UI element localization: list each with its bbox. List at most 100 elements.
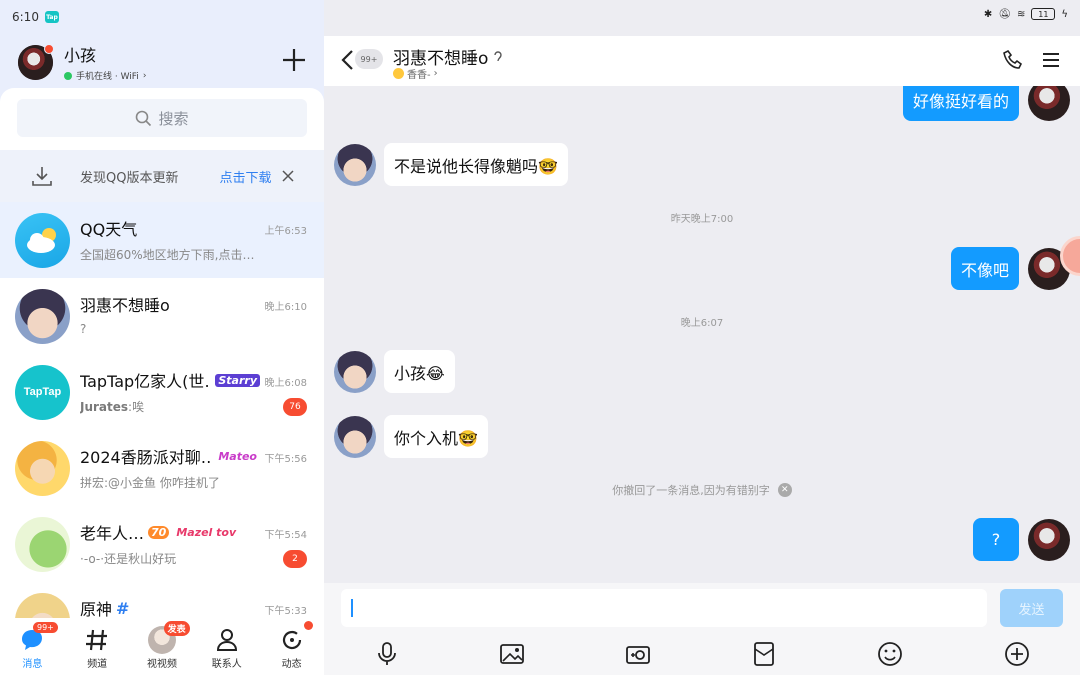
red-packet-icon[interactable] xyxy=(750,640,778,668)
chat-header: 99+ 羽惠不想睡o 香香- › xyxy=(324,36,1080,86)
online-dot-icon xyxy=(64,71,72,80)
conversation-message: :唉 xyxy=(128,400,145,414)
hash-icon: # xyxy=(116,598,130,618)
tab-channels[interactable]: 频道 xyxy=(65,618,130,675)
time-separator: 昨天晚上7:00 xyxy=(670,214,734,225)
conversation-message: ? xyxy=(80,322,87,336)
list-item[interactable]: 老年人… 70 Mazel tov ·-o-·还是秋山好玩 下午5:54 2 xyxy=(0,506,324,582)
update-banner: 发现QQ版本更新 点击下载 xyxy=(0,150,324,202)
back-icon[interactable] xyxy=(338,48,356,72)
message-bubble[interactable]: 好像挺好看的 xyxy=(902,86,1019,121)
tab-label: 视视频 xyxy=(146,659,177,670)
tab-moments[interactable]: 动态 xyxy=(259,618,324,675)
contact-avatar[interactable] xyxy=(334,350,376,393)
tab-messages[interactable]: 99+ 消息 xyxy=(0,618,65,675)
unread-badge: 2 xyxy=(283,550,307,568)
conversation-title: QQ天气 xyxy=(80,220,138,239)
search-input[interactable]: 搜索 xyxy=(17,99,307,137)
profile-name: 小孩 xyxy=(64,46,97,65)
conversation-time: 下午5:33 xyxy=(264,606,307,617)
group-tag: Mateo xyxy=(218,449,257,463)
composer: 发送 xyxy=(324,583,1080,675)
tab-contacts[interactable]: 联系人 xyxy=(194,618,259,675)
bottom-nav: 99+ 消息 频道 发表 视视频 联系人 动态 xyxy=(0,618,324,675)
search-icon xyxy=(136,110,152,126)
conversation-message: 拼宏:@小金鱼 你咋挂机了 xyxy=(80,476,220,490)
level-badge: 70 xyxy=(148,525,170,539)
message-input[interactable] xyxy=(341,589,987,627)
list-item[interactable]: 羽惠不想睡o ? 晚上6:10 xyxy=(0,278,324,354)
tab-label: 频道 xyxy=(87,659,108,670)
list-item[interactable]: 原神 # 下午5:33 xyxy=(0,582,324,618)
list-item[interactable]: TapTap TapTap亿家人(世… Starry Jurates:唉 晚上6… xyxy=(0,354,324,430)
phone-icon[interactable] xyxy=(1002,48,1026,72)
conversation-title: TapTap亿家人(世… xyxy=(80,372,212,391)
send-button[interactable]: 发送 xyxy=(1000,589,1063,627)
download-icon xyxy=(32,167,52,186)
group-tag: Mazel tov xyxy=(176,525,237,539)
conversation-message: ·-o-·还是秋山好玩 xyxy=(80,552,177,566)
recall-notice: 你撤回了一条消息,因为有错别字 ✕ xyxy=(324,482,1080,498)
conversation-time: 下午5:54 xyxy=(264,530,307,541)
status-bar-left: 6:10 Tap xyxy=(12,10,59,24)
update-text: 发现QQ版本更新 xyxy=(80,170,179,186)
messages-badge: 99+ xyxy=(33,622,58,633)
emoji-icon[interactable] xyxy=(876,640,904,668)
list-item[interactable]: 2024香肠派对聊… Mateo 拼宏:@小金鱼 你咋挂机了 下午5:56 xyxy=(0,430,324,506)
conversation-time: 上午6:53 xyxy=(264,226,307,237)
group-tag: Starry xyxy=(215,373,260,387)
hash-icon xyxy=(86,629,108,651)
camera-icon[interactable] xyxy=(624,640,652,668)
unread-badge: 76 xyxy=(283,398,307,416)
time-separator: 晚上6:07 xyxy=(680,318,724,329)
image-icon[interactable] xyxy=(498,640,526,668)
contacts-icon xyxy=(216,629,237,651)
tab-video[interactable]: 发表 视视频 xyxy=(130,618,195,675)
profile-header[interactable]: 小孩 手机在线 · WiFi › xyxy=(18,42,146,82)
contact-avatar[interactable] xyxy=(334,143,376,186)
list-item[interactable]: QQ天气 全国超60%地区地方下雨,点击查看… 上午6:53 xyxy=(0,202,324,278)
chevron-right-icon: › xyxy=(433,68,438,79)
close-icon[interactable] xyxy=(281,169,295,183)
message-bubble[interactable]: 小孩😂 xyxy=(384,350,455,393)
download-link[interactable]: 点击下载 xyxy=(219,167,271,186)
microphone-icon[interactable] xyxy=(373,640,401,668)
message-bubble[interactable]: 你个入机🤓 xyxy=(384,415,488,458)
conversation-message: 全国超60%地区地方下雨,点击查看… xyxy=(80,248,260,262)
message-row: 不像吧 xyxy=(950,247,1070,290)
frog-avatar xyxy=(15,516,70,572)
user-avatar[interactable] xyxy=(1028,518,1070,561)
moments-icon xyxy=(282,630,301,650)
battery-icon: 11 xyxy=(1031,8,1056,20)
tab-label: 动态 xyxy=(281,659,302,670)
conversation-time: 晚上6:08 xyxy=(264,378,307,389)
conversation-title: 羽惠不想睡o xyxy=(80,296,170,315)
post-badge: 发表 xyxy=(163,621,190,636)
message-row: 不是说他长得像魈吗🤓 xyxy=(334,143,568,186)
conversation-list: 搜索 发现QQ版本更新 点击下载 QQ天气 全国超60%地区地方下雨,点击查看…… xyxy=(0,88,324,618)
wifi-icon: ≋ xyxy=(1017,8,1026,20)
message-bubble[interactable]: 不是说他长得像魈吗🤓 xyxy=(384,143,568,186)
close-circle-icon[interactable]: ✕ xyxy=(777,483,792,497)
user-avatar[interactable] xyxy=(18,43,54,80)
chat-subtitle[interactable]: 香香- › xyxy=(393,66,438,81)
taptap-logo: TapTap xyxy=(15,364,70,420)
clock: 6:10 xyxy=(12,10,39,24)
plus-circle-icon[interactable] xyxy=(1003,640,1031,668)
conversation-title: 2024香肠派对聊… xyxy=(80,448,212,467)
conversation-time: 下午5:56 xyxy=(264,454,307,465)
message-bubble[interactable]: ? xyxy=(973,518,1019,561)
tab-label: 联系人 xyxy=(211,659,242,670)
add-button[interactable] xyxy=(281,47,307,73)
message-bubble[interactable]: 不像吧 xyxy=(950,247,1019,290)
online-status[interactable]: 手机在线 · WiFi › xyxy=(64,69,146,82)
contact-avatar[interactable] xyxy=(334,415,376,458)
chat-subtitle-text: 香香- xyxy=(407,70,431,81)
genshin-avatar xyxy=(15,592,70,618)
chevron-right-icon: › xyxy=(142,70,147,81)
user-avatar[interactable] xyxy=(1028,86,1070,121)
charging-icon: ϟ xyxy=(1061,8,1068,20)
unread-count[interactable]: 99+ xyxy=(355,49,383,69)
message-row: ? xyxy=(973,518,1070,561)
menu-icon[interactable] xyxy=(1040,49,1062,71)
